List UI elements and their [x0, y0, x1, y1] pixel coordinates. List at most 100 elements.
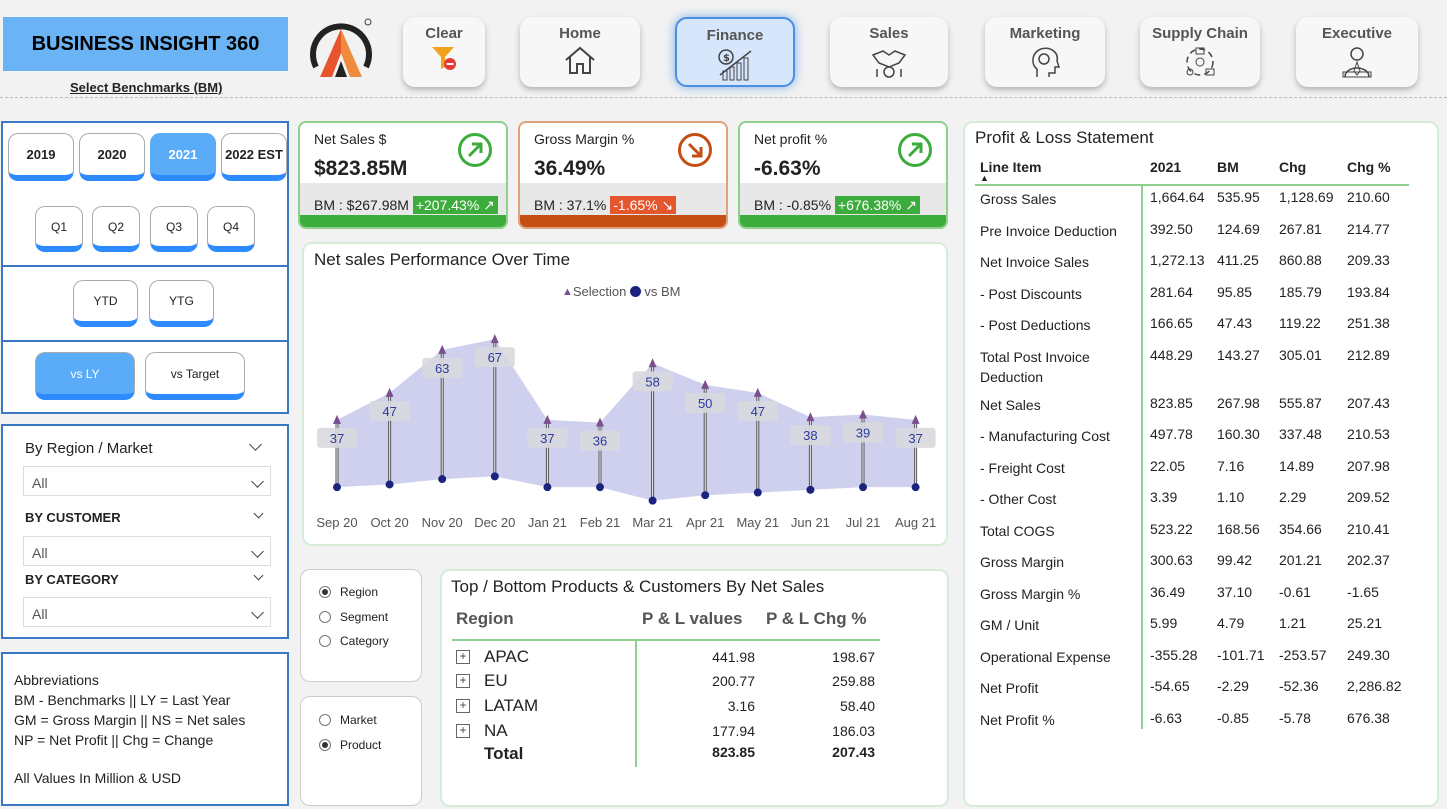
compare-vs-ly-button[interactable]: vs LY — [35, 352, 135, 400]
pl-row-chg: -5.78 — [1279, 709, 1311, 726]
filter-panel: By Region / Market All BY CUSTOMER All B… — [1, 424, 289, 639]
pl-row-chg: 119.22 — [1279, 315, 1321, 331]
pl-header-line-item[interactable]: Line Item — [980, 159, 1041, 175]
chart-data-label: 47 — [751, 404, 765, 419]
pl-header-bm[interactable]: BM — [1217, 159, 1239, 175]
expand-plus-icon[interactable]: + — [456, 724, 470, 738]
year-2021-button[interactable]: 2021 — [150, 133, 216, 181]
column-header-pl-chg[interactable]: P & L Chg % — [766, 609, 866, 629]
table-row-region: APAC — [484, 647, 530, 666]
dashboard-title: BUSINESS INSIGHT 360 — [3, 17, 288, 71]
period-ytd-button[interactable]: YTD — [73, 280, 138, 327]
chart-x-tick-label: Jun 21 — [791, 515, 830, 530]
chevron-down-icon — [251, 475, 264, 488]
radio-region[interactable]: Region — [319, 585, 378, 599]
pl-row-chg-pct: -1.65 — [1347, 583, 1379, 600]
radio-product[interactable]: Product — [319, 738, 381, 752]
chart-x-tick-label: Dec 20 — [474, 515, 515, 530]
region-collapse-chevron-icon[interactable] — [249, 438, 262, 451]
quarter-q4-button[interactable]: Q4 — [207, 206, 255, 252]
arrow-up-right-icon — [898, 133, 932, 167]
category-dropdown[interactable]: All — [23, 597, 271, 627]
pl-row-chg-pct: 2,286.82 — [1347, 678, 1402, 694]
chart-selection-point — [859, 409, 867, 419]
abbreviations-note: All Values In Million & USD — [14, 770, 182, 786]
pl-row-label: - Post Discounts — [980, 285, 1082, 302]
nav-marketing-button[interactable]: Marketing — [985, 17, 1105, 87]
pl-row-chg: 860.88 — [1279, 252, 1322, 268]
quarter-q2-button[interactable]: Q2 — [92, 206, 140, 252]
pl-row-bm: -2.29 — [1217, 678, 1249, 694]
table-row-change: 198.67 — [832, 649, 875, 665]
customer-dropdown[interactable]: All — [23, 536, 271, 566]
chart-bm-point — [701, 491, 710, 500]
pl-row-chg: 201.21 — [1279, 552, 1322, 568]
chevron-down-icon — [251, 606, 264, 619]
svg-text:$: $ — [723, 53, 730, 64]
kpi-change-value: +207.43% — [415, 197, 480, 213]
pl-row-2021: 523.22 — [1150, 520, 1193, 537]
quarter-q1-button[interactable]: Q1 — [35, 206, 83, 252]
total-change: 207.43 — [832, 744, 875, 760]
pl-row-chg-pct: 214.77 — [1347, 220, 1390, 237]
region-filter-label: By Region / Market — [25, 440, 153, 457]
pl-row-bm: -101.71 — [1217, 646, 1265, 663]
nav-supply-chain-button[interactable]: Supply Chain — [1140, 17, 1260, 87]
pl-row-chg-pct: 210.53 — [1347, 426, 1390, 442]
expand-plus-icon[interactable]: + — [456, 699, 470, 713]
pl-row-bm: 47.43 — [1217, 315, 1253, 331]
pl-row-bm: 37.10 — [1217, 583, 1253, 600]
nav-executive-label: Executive — [1321, 25, 1393, 42]
chart-bm-point — [385, 480, 394, 489]
nav-home-button[interactable]: Home — [520, 17, 640, 87]
filter-clear-icon — [432, 47, 456, 70]
pl-row-label: Operational Expense — [980, 648, 1111, 665]
table-header-rule — [452, 639, 880, 641]
period-ytg-button[interactable]: YTG — [149, 280, 214, 327]
column-header-pl-values[interactable]: P & L values — [642, 609, 742, 629]
chart-data-label: 37 — [330, 431, 344, 446]
quarter-q3-button[interactable]: Q3 — [150, 206, 198, 252]
nav-finance-button[interactable]: Finance $ — [675, 17, 795, 87]
sort-ascending-icon[interactable]: ▲ — [980, 173, 989, 183]
select-benchmarks-link[interactable]: Select Benchmarks (BM) — [70, 80, 222, 95]
expand-plus-icon[interactable]: + — [456, 674, 470, 688]
chart-data-label: 50 — [698, 396, 712, 411]
year-2022-est-button[interactable]: 2022 EST — [221, 133, 287, 181]
region-dropdown[interactable]: All — [23, 466, 271, 496]
nav-executive-button[interactable]: Executive — [1296, 17, 1418, 87]
arrow-down-right-icon — [678, 133, 712, 167]
category-collapse-chevron-icon[interactable] — [253, 570, 264, 581]
table-column-rule — [635, 641, 637, 767]
pl-row-chg: 305.01 — [1279, 346, 1322, 363]
nav-sales-button[interactable]: Sales — [830, 17, 948, 87]
radio-market[interactable]: Market — [319, 713, 377, 727]
pl-header-2021[interactable]: 2021 — [1150, 159, 1181, 175]
chart-x-tick-label: Apr 21 — [686, 515, 724, 530]
nav-clear-button[interactable]: Clear — [403, 17, 485, 87]
compare-vs-target-button[interactable]: vs Target — [145, 352, 245, 400]
expand-plus-icon[interactable]: + — [456, 650, 470, 664]
top-bottom-table-card: Top / Bottom Products & Customers By Net… — [440, 569, 949, 807]
radio-category[interactable]: Category — [319, 634, 389, 648]
quarter-slicer: Q1 Q2 Q3 Q4 — [1, 192, 289, 267]
pl-row-2021: 1,272.13 — [1150, 252, 1205, 268]
customer-collapse-chevron-icon[interactable] — [253, 508, 264, 519]
column-header-region[interactable]: Region — [456, 609, 514, 629]
pl-row-bm: 99.42 — [1217, 552, 1253, 568]
kpi-change-value: +676.38% — [837, 197, 902, 213]
table-row-value: 200.77 — [712, 673, 755, 689]
pl-header-chg[interactable]: Chg — [1279, 159, 1306, 175]
year-2019-button[interactable]: 2019 — [8, 133, 74, 181]
chart-x-tick-label: Aug 21 — [895, 515, 936, 530]
pl-title: Profit & Loss Statement — [975, 128, 1154, 147]
pl-row-label: Gross Margin % — [980, 585, 1081, 602]
radio-segment[interactable]: Segment — [319, 610, 388, 624]
radio-product-label: Product — [340, 738, 382, 752]
pl-row-2021: 22.05 — [1150, 457, 1186, 474]
year-2020-button[interactable]: 2020 — [79, 133, 145, 181]
chart-bm-point — [438, 475, 447, 484]
pl-header-chg-pct[interactable]: Chg % — [1347, 159, 1391, 175]
table-row-value: 3.16 — [727, 698, 755, 714]
kpi-value: -6.63% — [754, 157, 821, 180]
